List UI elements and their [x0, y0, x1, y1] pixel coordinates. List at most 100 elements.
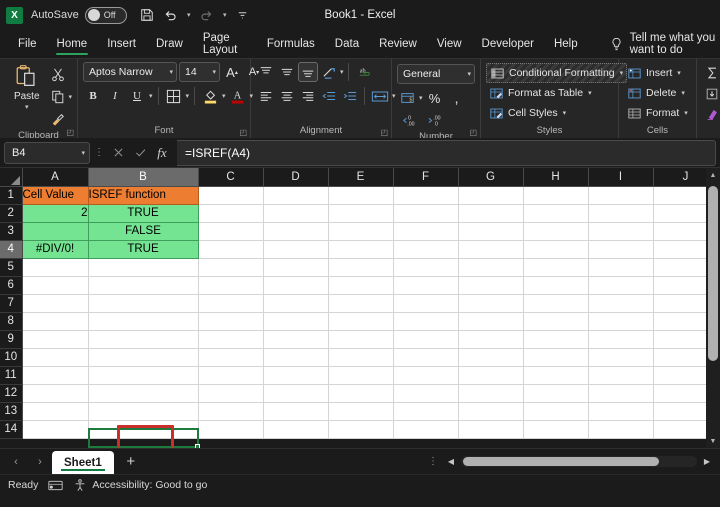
cell-e5[interactable]	[328, 258, 394, 277]
cell-h5[interactable]	[523, 258, 589, 277]
cell-g14[interactable]	[458, 420, 524, 439]
cell-d5[interactable]	[263, 258, 329, 277]
cell-e14[interactable]	[328, 420, 394, 439]
autosave-toggle[interactable]: Off	[84, 6, 127, 24]
grow-font-icon[interactable]: A ▴	[222, 62, 242, 82]
decrease-decimal-icon[interactable]: .00 0	[423, 110, 447, 130]
undo-icon[interactable]	[160, 4, 182, 26]
cell-b3[interactable]: FALSE	[88, 222, 199, 241]
cell-b11[interactable]	[88, 366, 199, 385]
cell-d9[interactable]	[263, 330, 329, 349]
cell-styles-button[interactable]: Cell Styles ▾	[486, 103, 627, 123]
insert-cells-button[interactable]: Insert ▾	[624, 63, 691, 83]
cell-h10[interactable]	[523, 348, 589, 367]
tab-developer[interactable]: Developer	[472, 30, 544, 58]
row-header-1[interactable]: 1	[0, 186, 23, 205]
cell-b1[interactable]: ISREF function	[88, 186, 199, 205]
redo-dropdown-icon[interactable]: ▾	[220, 11, 230, 19]
formula-input[interactable]: =ISREF(A4)	[177, 139, 716, 166]
cell-e11[interactable]	[328, 366, 394, 385]
cell-e3[interactable]	[328, 222, 394, 241]
cell-g2[interactable]	[458, 204, 524, 223]
cell-a10[interactable]	[22, 348, 89, 367]
col-header-i[interactable]: I	[588, 168, 654, 187]
cell-a4[interactable]: #DIV/0!	[22, 240, 89, 259]
cell-i1[interactable]	[588, 186, 654, 205]
cell-e7[interactable]	[328, 294, 394, 313]
scroll-down-icon[interactable]: ▼	[706, 434, 720, 448]
tab-insert[interactable]: Insert	[97, 30, 146, 58]
col-header-b[interactable]: B	[88, 168, 199, 187]
cell-h13[interactable]	[523, 402, 589, 421]
scroll-right-icon[interactable]: ▶	[700, 457, 714, 466]
fill-color-dropdown-icon[interactable]: ▾	[222, 92, 226, 100]
number-format-dropdown-icon[interactable]: ▾	[467, 70, 471, 78]
sheet-options-icon[interactable]: ⋮	[422, 449, 444, 474]
cell-c2[interactable]	[198, 204, 264, 223]
cell-i6[interactable]	[588, 276, 654, 295]
cell-b2[interactable]: TRUE	[88, 204, 199, 223]
decrease-indent-icon[interactable]	[319, 86, 339, 106]
cell-f11[interactable]	[393, 366, 459, 385]
redo-icon[interactable]	[196, 4, 218, 26]
cell-g8[interactable]	[458, 312, 524, 331]
cell-f2[interactable]	[393, 204, 459, 223]
font-color-icon[interactable]: A	[228, 86, 248, 106]
font-size-combo[interactable]: 14 ▾	[179, 62, 220, 82]
cell-h9[interactable]	[523, 330, 589, 349]
col-header-c[interactable]: C	[198, 168, 264, 187]
clear-icon[interactable]	[702, 105, 720, 125]
cell-g3[interactable]	[458, 222, 524, 241]
cell-i3[interactable]	[588, 222, 654, 241]
cell-a3[interactable]	[22, 222, 89, 241]
record-macro-icon[interactable]	[48, 479, 63, 492]
cell-b9[interactable]	[88, 330, 199, 349]
cell-c10[interactable]	[198, 348, 264, 367]
cell-e12[interactable]	[328, 384, 394, 403]
vertical-scroll-track[interactable]	[706, 182, 720, 434]
cell-a9[interactable]	[22, 330, 89, 349]
cell-b8[interactable]	[88, 312, 199, 331]
cell-c3[interactable]	[198, 222, 264, 241]
cell-a2[interactable]: 2	[22, 204, 89, 223]
cell-g6[interactable]	[458, 276, 524, 295]
cell-i13[interactable]	[588, 402, 654, 421]
tab-view[interactable]: View	[427, 30, 472, 58]
insert-cells-dropdown-icon[interactable]: ▾	[677, 69, 681, 77]
cell-g5[interactable]	[458, 258, 524, 277]
cell-h7[interactable]	[523, 294, 589, 313]
cell-a11[interactable]	[22, 366, 89, 385]
tab-home[interactable]: Home	[47, 30, 98, 58]
sheet-tab-sheet1[interactable]: Sheet1	[52, 451, 114, 474]
tab-file[interactable]: File	[8, 30, 47, 58]
scroll-up-icon[interactable]: ▲	[706, 168, 720, 182]
cell-c9[interactable]	[198, 330, 264, 349]
bold-button[interactable]: B	[83, 86, 103, 106]
cell-f1[interactable]	[393, 186, 459, 205]
clipboard-dialog-launcher[interactable]: ◰	[66, 128, 74, 137]
copy-dropdown-icon[interactable]: ▾	[68, 93, 72, 101]
cell-a8[interactable]	[22, 312, 89, 331]
cell-b4[interactable]: TRUE	[88, 240, 199, 259]
align-top-icon[interactable]	[256, 62, 276, 82]
number-dialog-launcher[interactable]: ◰	[469, 128, 477, 137]
comma-style-icon[interactable]: ,	[447, 88, 467, 108]
accessibility-checker[interactable]: Accessibility: Good to go	[73, 478, 207, 492]
row-header-3[interactable]: 3	[0, 222, 23, 241]
align-bottom-icon[interactable]	[298, 62, 318, 82]
cell-g11[interactable]	[458, 366, 524, 385]
increase-indent-icon[interactable]	[340, 86, 360, 106]
customize-qat-icon[interactable]	[232, 4, 254, 26]
tab-draw[interactable]: Draw	[146, 30, 193, 58]
cell-f14[interactable]	[393, 420, 459, 439]
align-right-icon[interactable]	[298, 86, 318, 106]
col-header-h[interactable]: H	[523, 168, 589, 187]
tell-me-box[interactable]: Tell me what you want to do	[610, 30, 720, 58]
cell-f13[interactable]	[393, 402, 459, 421]
col-header-e[interactable]: E	[328, 168, 394, 187]
horizontal-scrollbar[interactable]: ◀ ▶	[444, 449, 714, 474]
paste-dropdown-icon[interactable]: ▾	[25, 103, 29, 111]
cell-b5[interactable]	[88, 258, 199, 277]
format-as-table-button[interactable]: Format as Table ▾	[486, 83, 627, 103]
row-header-5[interactable]: 5	[0, 258, 23, 277]
